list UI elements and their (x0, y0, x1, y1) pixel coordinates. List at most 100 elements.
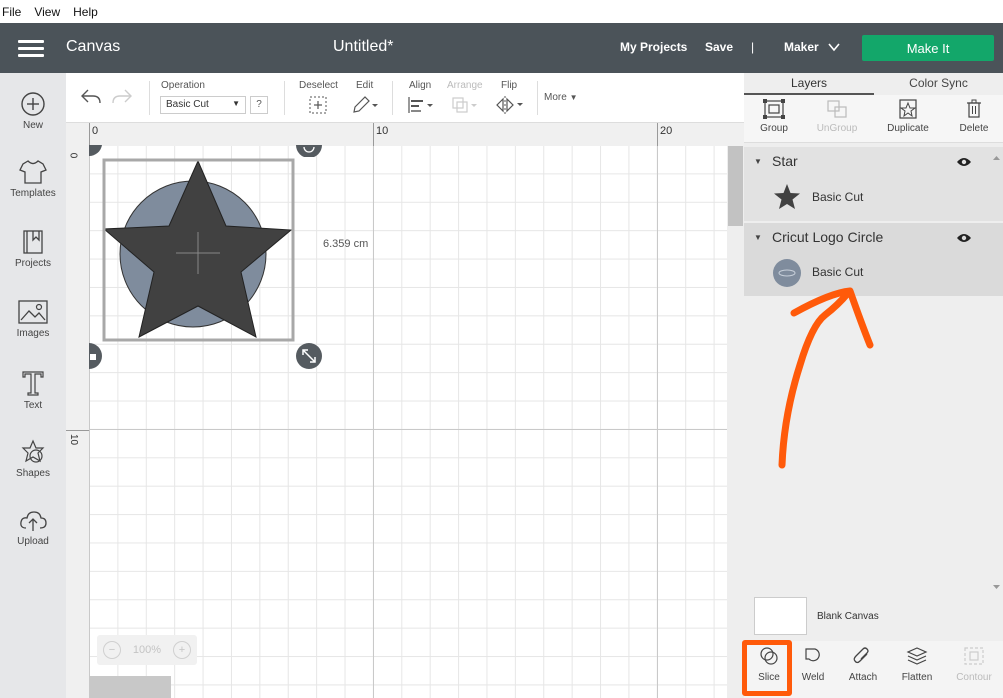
flip-label: Flip (501, 80, 518, 91)
lock-handle-icon[interactable] (89, 342, 103, 370)
selected-design-group[interactable] (81, 138, 331, 373)
caret-down-icon: ▼ (232, 99, 240, 108)
weld-button[interactable]: Weld (788, 646, 838, 683)
ungroup-button: UnGroup (807, 99, 867, 134)
layer-name: Star (772, 153, 798, 169)
toolbar-divider (149, 81, 150, 115)
group-button[interactable]: Group (744, 99, 804, 134)
edit-pencil-icon[interactable] (351, 95, 379, 115)
blank-canvas-row[interactable]: Blank Canvas (744, 591, 1003, 641)
duplicate-icon (899, 99, 917, 119)
sidebar-label-new: New (22, 120, 43, 131)
collapse-arrow-icon[interactable]: ▼ (754, 233, 762, 242)
delete-handle-icon[interactable] (89, 145, 103, 157)
contour-icon (964, 647, 984, 665)
zoom-in-button[interactable]: + (173, 641, 192, 659)
paperclip-icon (853, 647, 869, 664)
toolbar-divider (284, 81, 285, 115)
sidebar-label-projects: Projects (14, 258, 52, 269)
contour-label: Contour (956, 672, 992, 683)
more-button[interactable]: More ▼ (544, 92, 578, 103)
ruler-top-10: 10 (376, 125, 389, 137)
flatten-button[interactable]: Flatten (892, 646, 942, 683)
flatten-icon (906, 647, 928, 665)
design-canvas[interactable]: 0 10 20 0 10 6.359 cm − 100% + (66, 123, 744, 698)
make-it-button[interactable]: Make It (862, 35, 994, 61)
blank-canvas-swatch[interactable] (754, 597, 807, 635)
layer-item-label: Basic Cut (812, 265, 864, 279)
vertical-scroll-thumb[interactable] (728, 146, 743, 226)
contour-button: Contour (949, 646, 999, 683)
zoom-level: 100% (132, 644, 162, 656)
left-sidebar: New Templates Projects Images Text Shape… (0, 73, 66, 698)
shapes-icon (21, 439, 45, 463)
rotate-handle-icon[interactable] (295, 145, 323, 157)
operation-label: Operation (161, 80, 205, 91)
caret-down-icon: ▼ (569, 93, 578, 102)
hamburger-menu-icon[interactable] (18, 40, 44, 58)
panel-scrollbar[interactable] (990, 153, 1003, 593)
menu-view[interactable]: View (34, 5, 60, 19)
machine-selector[interactable]: Maker (784, 40, 819, 54)
deselect-icon[interactable] (309, 96, 327, 114)
sidebar-item-shapes[interactable]: Shapes (0, 439, 66, 499)
upload-icon (20, 511, 47, 531)
align-label: Align (409, 80, 432, 91)
eye-icon[interactable] (956, 232, 972, 244)
align-icon[interactable] (407, 96, 435, 114)
attach-label: Attach (848, 672, 878, 683)
annotation-arrow-icon (778, 287, 874, 469)
trash-icon (967, 99, 981, 118)
menu-file[interactable]: File (2, 5, 21, 19)
layer-group-star[interactable]: ▼ Star Basic Cut (744, 147, 1003, 221)
attach-button[interactable]: Attach (838, 646, 888, 683)
sidebar-label-text: Text (23, 400, 43, 411)
sidebar-item-new[interactable]: New (0, 91, 66, 151)
horizontal-scroll-thumb[interactable] (89, 676, 171, 698)
ungroup-label: UnGroup (816, 123, 858, 134)
ruler-top-20: 20 (660, 125, 673, 137)
tab-color-sync[interactable]: Color Sync (874, 73, 1003, 95)
save-button[interactable]: Save (705, 40, 733, 54)
weld-label: Weld (801, 672, 825, 683)
chevron-down-icon[interactable] (828, 41, 840, 53)
sidebar-label-upload: Upload (17, 536, 49, 547)
eye-icon[interactable] (956, 156, 972, 168)
sidebar-item-projects[interactable]: Projects (0, 229, 66, 289)
vertical-scrollbar[interactable] (727, 146, 744, 698)
flip-icon[interactable] (495, 95, 525, 115)
undo-icon[interactable] (80, 87, 102, 107)
operation-select[interactable]: Basic Cut ▼ (160, 96, 246, 114)
redo-icon[interactable] (111, 87, 133, 107)
delete-button[interactable]: Delete (944, 99, 1003, 134)
sidebar-item-templates[interactable]: Templates (0, 159, 66, 219)
blank-canvas-label: Blank Canvas (817, 611, 879, 622)
slice-annotation-box (742, 640, 792, 696)
zoom-out-button[interactable]: − (102, 641, 121, 659)
star-thumbnail-icon (774, 184, 800, 209)
layer-name: Cricut Logo Circle (772, 229, 884, 245)
menu-help[interactable]: Help (73, 5, 98, 19)
cricut-logo-thumbnail-icon (773, 259, 801, 287)
text-icon (22, 371, 44, 396)
plus-circle-icon (21, 92, 45, 116)
sidebar-item-text[interactable]: Text (0, 369, 66, 429)
document-title[interactable]: Untitled* (333, 38, 393, 56)
arrange-icon (452, 97, 477, 113)
edit-toolbar: Operation Basic Cut ▼ ? Deselect Edit Al… (66, 73, 744, 123)
toolbar-divider (392, 81, 393, 115)
duplicate-label: Duplicate (887, 123, 929, 134)
bottom-actions-bar: Slice Weld Attach Flatten Contour (742, 640, 1003, 698)
tab-layers[interactable]: Layers (744, 73, 874, 95)
sidebar-item-upload[interactable]: Upload (0, 509, 66, 569)
operation-help-button[interactable]: ? (250, 96, 268, 114)
collapse-arrow-icon[interactable]: ▼ (754, 157, 762, 166)
slice-button[interactable]: Slice (742, 640, 794, 696)
layer-actions-bar: Group UnGroup Duplicate Delete (744, 95, 1003, 143)
group-icon (763, 99, 785, 119)
my-projects-link[interactable]: My Projects (620, 40, 687, 54)
sidebar-label-images: Images (16, 328, 50, 339)
resize-handle-icon[interactable] (295, 342, 323, 370)
duplicate-button[interactable]: Duplicate (878, 99, 938, 134)
sidebar-item-images[interactable]: Images (0, 299, 66, 359)
